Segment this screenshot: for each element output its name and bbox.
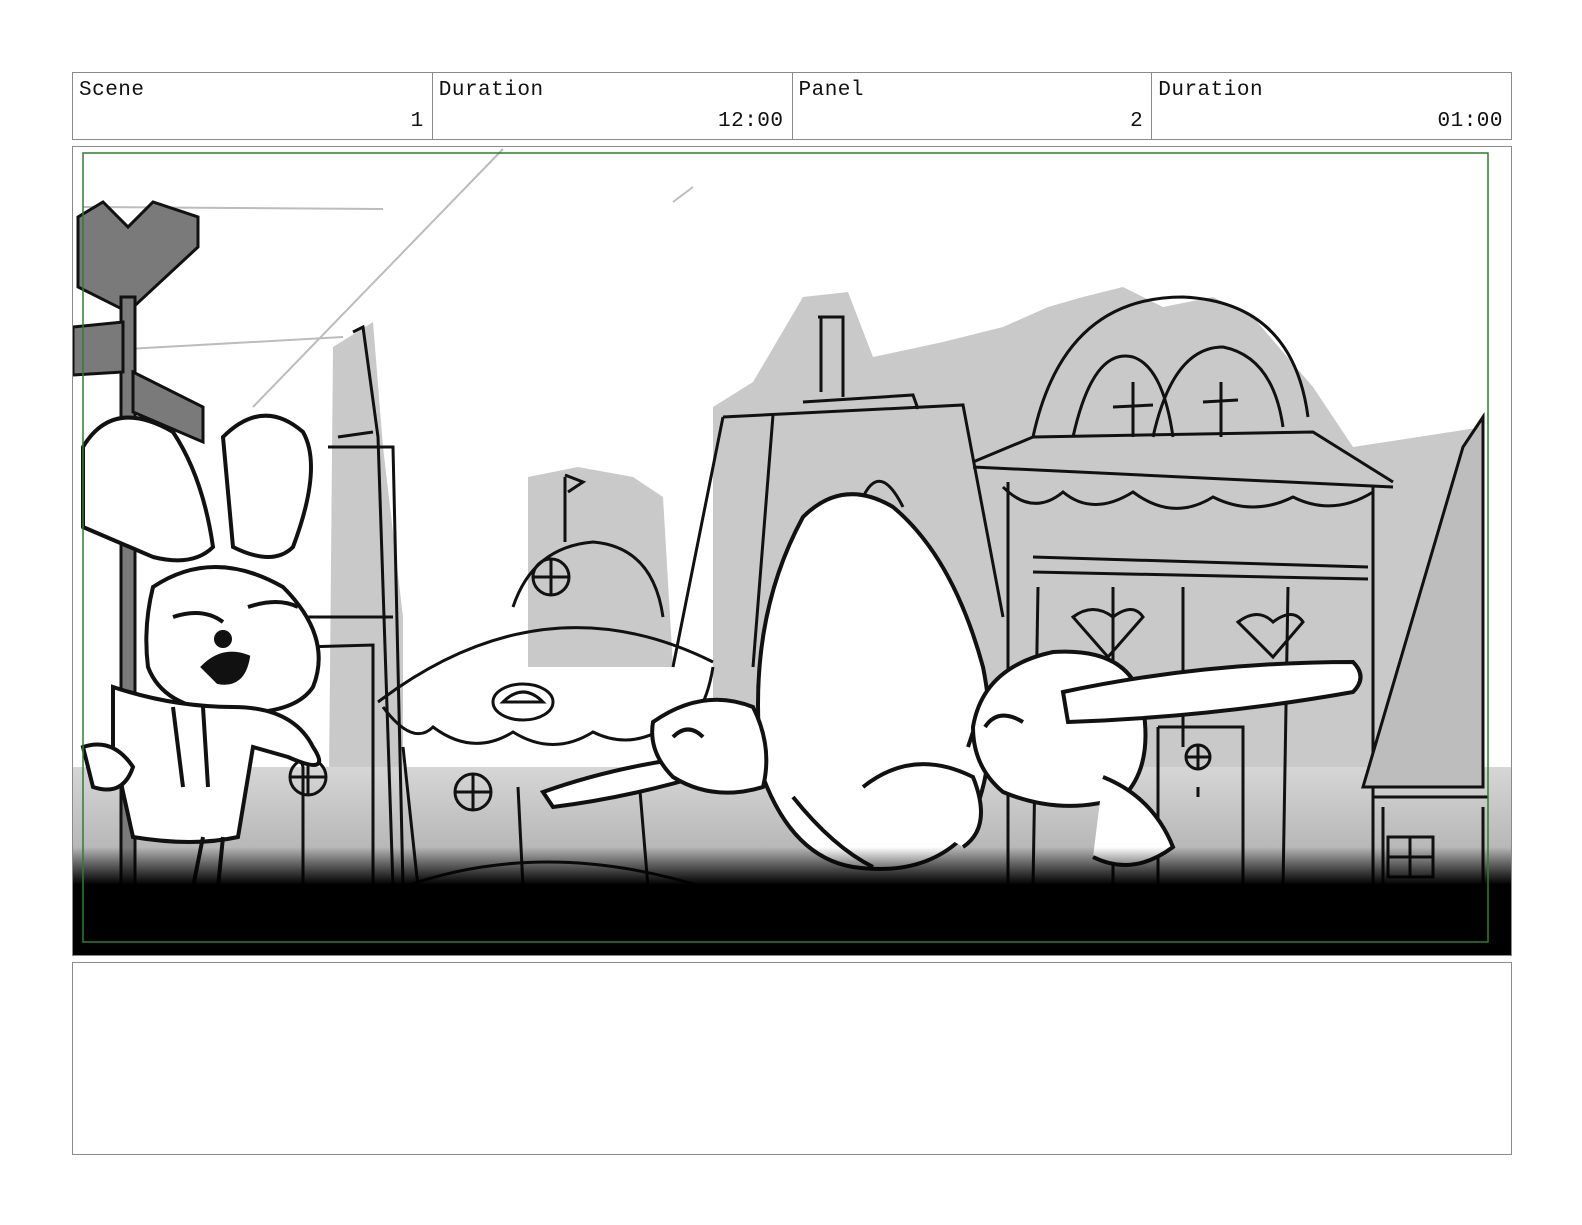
panel-notes-box <box>72 962 1512 1155</box>
panel-number: 2 <box>1130 110 1144 133</box>
panel-duration-label: Duration <box>1158 79 1264 102</box>
panel-label: Panel <box>798 79 865 102</box>
panel-duration-value: 01:00 <box>1437 110 1503 133</box>
panel-duration-cell: Duration 01:00 <box>1152 73 1511 139</box>
panel-sketch <box>73 148 1511 955</box>
scene-duration-cell: Duration 12:00 <box>433 73 793 139</box>
scene-cell: Scene 1 <box>73 73 433 139</box>
panel-cell: Panel 2 <box>793 73 1153 139</box>
scene-duration-label: Duration <box>438 79 544 102</box>
storyboard-panel <box>72 146 1512 956</box>
storyboard-header: Scene 1 Duration 12:00 Panel 2 Duration … <box>72 72 1512 140</box>
scene-duration-value: 12:00 <box>717 110 784 133</box>
floor-shadow <box>73 847 1511 955</box>
scene-label: Scene <box>79 79 145 102</box>
scene-number: 1 <box>410 110 424 133</box>
